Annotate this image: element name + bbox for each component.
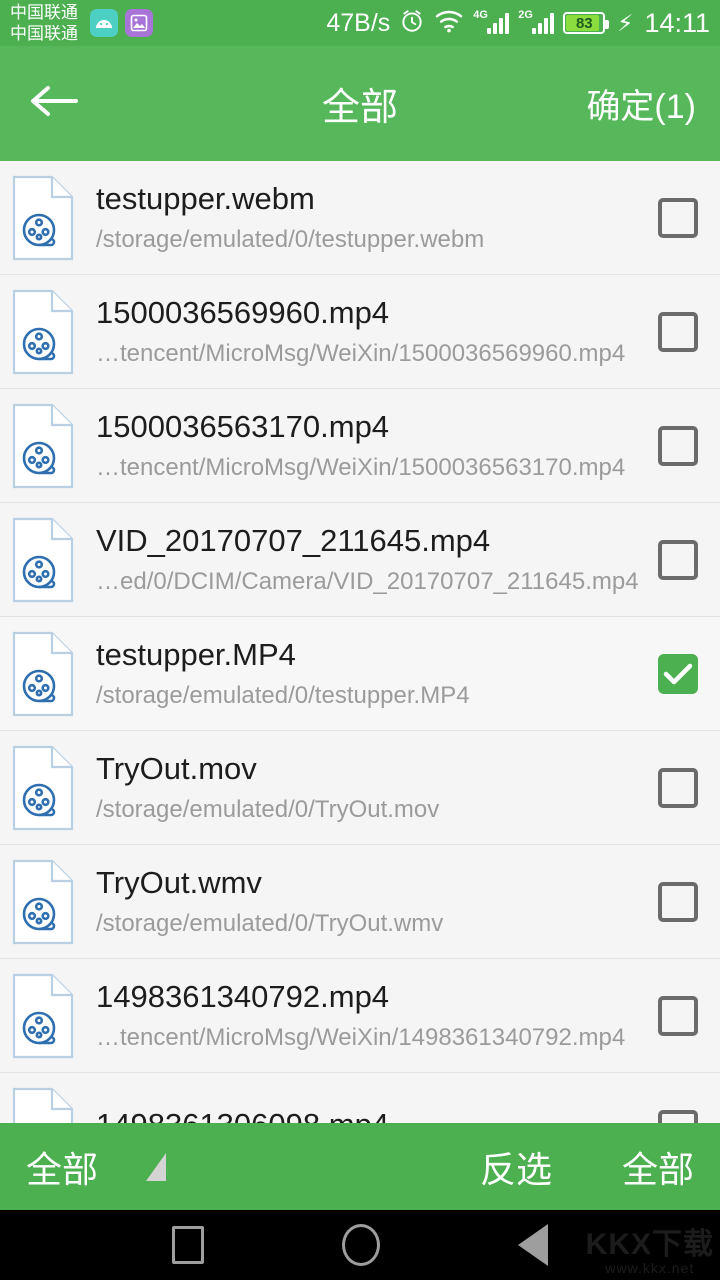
file-checkbox[interactable] — [658, 197, 698, 238]
table-row[interactable]: VID_20170707_211645.mp4 …ed/0/DCIM/Camer… — [0, 503, 720, 617]
file-info: VID_20170707_211645.mp4 …ed/0/DCIM/Camer… — [96, 523, 644, 596]
file-checkbox[interactable] — [658, 539, 698, 580]
file-info: TryOut.wmv /storage/emulated/0/TryOut.wm… — [96, 865, 644, 938]
wifi-icon — [434, 9, 464, 38]
network-speed-label: 47B/s — [326, 8, 391, 37]
file-checkbox[interactable] — [658, 995, 698, 1036]
carrier-labels: 中国联通 中国联通 — [10, 2, 78, 44]
table-row[interactable]: 1500036563170.mp4 …tencent/MicroMsg/WeiX… — [0, 389, 720, 503]
file-checkbox[interactable] — [658, 425, 698, 466]
file-path-label: …tencent/MicroMsg/WeiXin/1498361340792.m… — [96, 1024, 626, 1051]
video-file-icon — [12, 403, 74, 489]
file-info: testupper.MP4 /storage/emulated/0/testup… — [96, 637, 644, 710]
filter-dropdown-button[interactable]: 全部 — [26, 1141, 98, 1193]
table-row[interactable]: 1498361340792.mp4 …tencent/MicroMsg/WeiX… — [0, 959, 720, 1073]
file-info: 1498361340792.mp4 …tencent/MicroMsg/WeiX… — [96, 979, 644, 1052]
invert-selection-button[interactable]: 反选 — [480, 1141, 552, 1193]
signal-4g-icon: 4G — [473, 9, 510, 34]
file-name-label: testupper.MP4 — [96, 637, 296, 672]
back-triangle-icon[interactable] — [518, 1224, 548, 1266]
file-path-label: /storage/emulated/0/testupper.MP4 — [96, 682, 470, 709]
file-path-label: …tencent/MicroMsg/WeiXin/1500036563170.m… — [96, 454, 626, 481]
file-name-label: TryOut.mov — [96, 751, 257, 786]
file-path-label: /storage/emulated/0/testupper.webm — [96, 226, 485, 253]
signal-2g-label: 2G — [518, 9, 533, 21]
battery-icon: 83 — [563, 12, 610, 34]
system-nav-bar: KKX下载 www.kkx.net — [0, 1210, 720, 1280]
status-bar: 中国联通 中国联通 47B/s 4G 2G 83 ⚡ 14:11 — [0, 0, 720, 46]
video-file-icon — [12, 175, 74, 261]
file-info: 1500036569960.mp4 …tencent/MicroMsg/WeiX… — [96, 295, 644, 368]
clock-label: 14:11 — [644, 7, 710, 38]
file-checkbox[interactable] — [658, 311, 698, 352]
table-row[interactable]: TryOut.mov /storage/emulated/0/TryOut.mo… — [0, 731, 720, 845]
table-row[interactable]: testupper.webm /storage/emulated/0/testu… — [0, 161, 720, 275]
file-name-label: 1500036563170.mp4 — [96, 409, 390, 444]
watermark-url-label: www.kkx.net — [605, 1259, 695, 1276]
battery-level-label: 83 — [575, 14, 593, 32]
watermark-main-label: KKX下载 — [585, 1227, 714, 1261]
table-row[interactable]: 1498361306098.mp4 — [0, 1073, 720, 1123]
back-arrow-icon — [28, 81, 80, 126]
back-button[interactable] — [24, 74, 84, 134]
gallery-app-icon — [125, 9, 153, 37]
video-file-icon — [12, 1087, 74, 1123]
file-name-label: VID_20170707_211645.mp4 — [96, 523, 491, 558]
phone-screen: 中国联通 中国联通 47B/s 4G 2G 83 ⚡ 14:11 全部 确定(1… — [0, 0, 720, 1280]
signal-4g-label: 4G — [473, 9, 488, 21]
file-path-label: …ed/0/DCIM/Camera/VID_20170707_211645.mp… — [96, 568, 639, 595]
file-name-label: 1498361306098.mp4 — [96, 1107, 644, 1123]
file-path-label: /storage/emulated/0/TryOut.mov — [96, 796, 440, 823]
bottom-bar: 全部 反选 全部 — [0, 1123, 720, 1210]
carrier-secondary-label: 中国联通 — [10, 24, 78, 43]
file-list[interactable]: testupper.webm /storage/emulated/0/testu… — [0, 161, 720, 1123]
file-checkbox[interactable] — [658, 767, 698, 808]
file-checkbox[interactable] — [658, 1109, 698, 1123]
confirm-button[interactable]: 确定(1) — [586, 79, 696, 128]
file-name-label: TryOut.wmv — [96, 865, 262, 900]
file-checkbox[interactable] — [658, 653, 698, 694]
file-path-label: …tencent/MicroMsg/WeiXin/1500036569960.m… — [96, 340, 626, 367]
table-row[interactable]: TryOut.wmv /storage/emulated/0/TryOut.wm… — [0, 845, 720, 959]
file-checkbox[interactable] — [658, 881, 698, 922]
app-bar: 全部 确定(1) — [0, 46, 720, 161]
alarm-clock-icon — [399, 8, 425, 39]
file-name-label: 1498361340792.mp4 — [96, 979, 390, 1014]
dropdown-triangle-icon[interactable] — [146, 1152, 167, 1181]
file-info: TryOut.mov /storage/emulated/0/TryOut.mo… — [96, 751, 644, 824]
carrier-primary-label: 中国联通 — [10, 3, 78, 22]
signal-2g-icon: 2G — [518, 9, 555, 34]
recents-square-icon[interactable] — [172, 1226, 204, 1264]
bottom-bar-actions: 反选 全部 — [480, 1141, 694, 1193]
video-file-icon — [12, 973, 74, 1059]
select-all-button[interactable]: 全部 — [622, 1141, 694, 1193]
status-bar-indicators: 47B/s 4G 2G 83 ⚡ 14:11 — [326, 8, 710, 39]
file-name-label: 1500036569960.mp4 — [96, 295, 390, 330]
file-path-label: /storage/emulated/0/TryOut.wmv — [96, 910, 444, 937]
file-info: 1498361306098.mp4 — [96, 1107, 644, 1123]
file-info: testupper.webm /storage/emulated/0/testu… — [96, 181, 644, 254]
file-info: 1500036563170.mp4 …tencent/MicroMsg/WeiX… — [96, 409, 644, 482]
video-file-icon — [12, 745, 74, 831]
video-file-icon — [12, 289, 74, 375]
home-circle-icon[interactable] — [342, 1224, 380, 1266]
watermark: KKX下载 www.kkx.net — [586, 1228, 714, 1276]
android-app-icon — [90, 9, 118, 37]
table-row[interactable]: 1500036569960.mp4 …tencent/MicroMsg/WeiX… — [0, 275, 720, 389]
table-row[interactable]: testupper.MP4 /storage/emulated/0/testup… — [0, 617, 720, 731]
file-name-label: testupper.webm — [96, 181, 315, 216]
video-file-icon — [12, 859, 74, 945]
video-file-icon — [12, 517, 74, 603]
status-bar-app-icons — [90, 9, 153, 37]
charging-bolt-icon: ⚡ — [617, 9, 634, 36]
video-file-icon — [12, 631, 74, 717]
